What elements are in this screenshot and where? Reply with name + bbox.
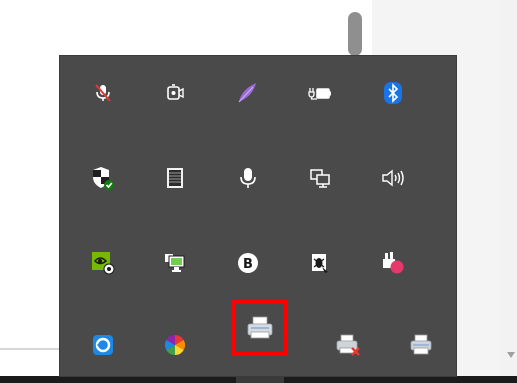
display-settings-icon[interactable] [150, 238, 200, 288]
keyboard-input-icon[interactable] [150, 153, 200, 203]
bluetooth-icon[interactable] [368, 68, 418, 118]
paint-app-icon[interactable] [368, 238, 418, 288]
network-wired-icon[interactable] [295, 153, 345, 203]
scroll-thumb[interactable] [348, 12, 362, 56]
speaker-volume-icon[interactable] [368, 153, 418, 203]
tray-overflow-panel: B [60, 56, 456, 376]
taskbar [0, 376, 517, 383]
bug-tool-icon[interactable] [295, 238, 345, 288]
b-app-icon[interactable]: B [223, 238, 273, 288]
battery-power-icon[interactable] [295, 68, 345, 118]
nvidia-icon[interactable] [78, 238, 128, 288]
printer-device-icon[interactable] [396, 320, 446, 370]
b-app-letter: B [243, 257, 253, 272]
scroll-down-arrow-icon[interactable] [507, 352, 515, 358]
color-wheel-icon[interactable] [150, 320, 200, 370]
taskbar-active-item[interactable] [236, 376, 284, 383]
printer-icon[interactable] [232, 300, 288, 356]
microphone-muted-icon[interactable] [78, 68, 128, 118]
camera-in-use-icon[interactable] [150, 68, 200, 118]
scrollbar[interactable] [500, 0, 517, 383]
sync-ring-icon[interactable] [78, 320, 128, 370]
network-printer-error-icon[interactable] [323, 320, 373, 370]
background-window-edge [0, 348, 60, 350]
feather-icon[interactable] [223, 68, 273, 118]
windows-security-icon[interactable] [78, 153, 128, 203]
microphone-icon[interactable] [223, 153, 273, 203]
